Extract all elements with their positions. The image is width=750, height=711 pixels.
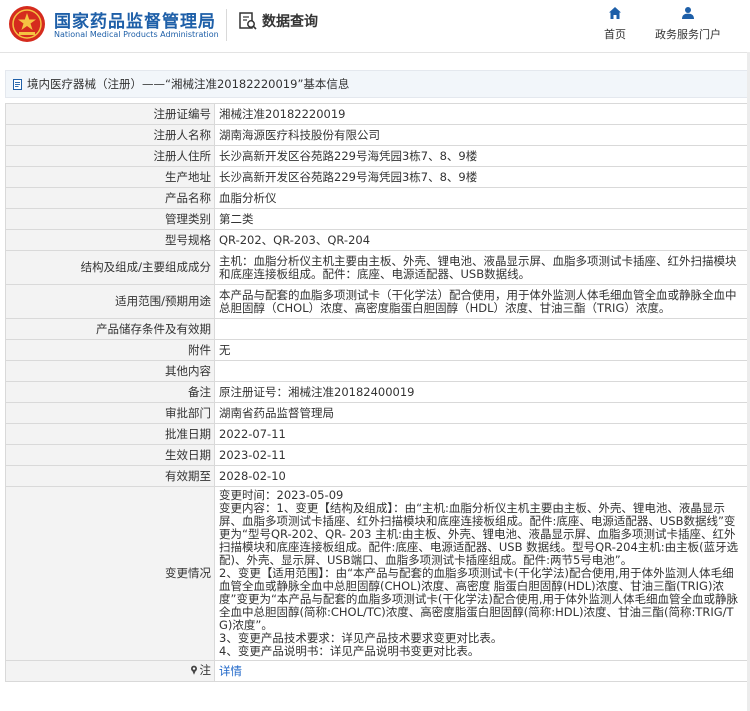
field-label: 附件: [5, 339, 215, 361]
header-divider: [226, 9, 227, 41]
field-value: 长沙高新开发区谷苑路229号海凭园3栋7、8、9楼: [214, 145, 748, 167]
field-value: 湘械注准20182220019: [214, 103, 748, 125]
field-label: 备注: [5, 381, 215, 403]
document-icon: [13, 78, 22, 90]
pin-icon: [190, 665, 197, 676]
change-item-2: 2、变更【适用范围】：由“本产品与配套的血脂多项测试卡(干化学法)配合使用,用于…: [219, 566, 739, 632]
field-value: 原注册证号：湘械注准20182400019: [214, 381, 748, 403]
table-row: 附件无: [5, 339, 748, 361]
table-row: 注册证编号 湘械注准20182220019: [5, 103, 748, 125]
field-label: 结构及组成/主要组成成分: [5, 250, 215, 285]
table-row: 型号规格 QR-202、QR-203、QR-204: [5, 229, 748, 251]
field-value: 2023-02-11: [214, 444, 748, 466]
field-label: 注册人名称: [5, 124, 215, 146]
site-title: 国家药品监督管理局: [54, 12, 216, 32]
change-history-value: 变更时间：2023-05-09 变更内容：1、变更【结构及组成】：由“主机:血脂…: [214, 486, 748, 661]
national-emblem-logo[interactable]: [8, 5, 46, 43]
field-value: 2022-07-11: [214, 423, 748, 445]
field-value: 主机：血脂分析仪主机主要由主板、外壳、锂电池、液晶显示屏、血脂多项测试卡插座、红…: [214, 250, 748, 285]
table-row: 注册人名称 湖南海源医疗科技股份有限公司: [5, 124, 748, 146]
table-row: 有效期至 2028-02-10: [5, 465, 748, 487]
field-value: 湖南海源医疗科技股份有限公司: [214, 124, 748, 146]
user-icon: [682, 7, 694, 19]
field-label: 注册证编号: [5, 103, 215, 125]
breadcrumb-text: 境内医疗器械（注册）——“湘械注准20182220019”基本信息: [27, 77, 350, 91]
site-subtitle: National Medical Products Administration: [54, 30, 219, 39]
table-row: 批准日期 2022-07-11: [5, 423, 748, 445]
table-row: 适用范围/预期用途 本产品与配套的血脂多项测试卡（干化学法）配合使用，用于体外监测…: [5, 284, 748, 319]
change-item-1: 变更内容：1、变更【结构及组成】：由“主机:血脂分析仪主机主要由主板、外壳、锂电…: [219, 501, 739, 567]
field-label: 生产地址: [5, 166, 215, 188]
data-query-icon: [239, 12, 257, 30]
table-row: 产品名称 血脂分析仪: [5, 187, 748, 209]
field-value: 血脂分析仪: [214, 187, 748, 209]
field-label: 审批部门: [5, 402, 215, 424]
section-title: 数据查询: [238, 10, 318, 32]
table-row: 其他内容: [5, 360, 748, 382]
note-key: 注: [189, 662, 212, 677]
note-label: 注: [5, 660, 215, 682]
field-label: 注册人住所: [5, 145, 215, 167]
field-label: 产品名称: [5, 187, 215, 209]
field-label: 型号规格: [5, 229, 215, 251]
nav-service-label: 政务服务门户: [655, 28, 721, 41]
field-value: 湖南省药品监督管理局: [214, 402, 748, 424]
nav-home-label: 首页: [604, 28, 626, 41]
field-label: 管理类别: [5, 208, 215, 230]
nav-service-portal[interactable]: 政务服务门户: [655, 6, 721, 42]
field-value: [214, 360, 748, 382]
field-value: [214, 318, 748, 340]
site-header: 国家药品监督管理局 National Medical Products Admi…: [0, 0, 750, 53]
change-history-row: 变更情况 变更时间：2023-05-09 变更内容：1、变更【结构及组成】：由“…: [5, 486, 748, 661]
field-value: QR-202、QR-203、QR-204: [214, 229, 748, 251]
table-row: 结构及组成/主要组成成分 主机：血脂分析仪主机主要由主板、外壳、锂电池、液晶显示屏…: [5, 250, 748, 285]
note-value: 详情: [214, 660, 748, 682]
table-row: 生效日期 2023-02-11: [5, 444, 748, 466]
field-label: 批准日期: [5, 423, 215, 445]
table-row: 生产地址 长沙高新开发区谷苑路229号海凭园3栋7、8、9楼: [5, 166, 748, 188]
details-link[interactable]: 详情: [219, 664, 242, 678]
table-row: 管理类别 第二类: [5, 208, 748, 230]
table-row: 备注 原注册证号：湘械注准20182400019: [5, 381, 748, 403]
table-row: 产品储存条件及有效期: [5, 318, 748, 340]
note-label-text: 注: [199, 662, 212, 677]
section-title-text: 数据查询: [262, 14, 318, 30]
field-value: 本产品与配套的血脂多项测试卡（干化学法）配合使用，用于体外监测人体毛细血管全血或…: [214, 284, 748, 319]
nav-home[interactable]: 首页: [604, 6, 626, 42]
change-item-4: 4、变更产品说明书：详见产品说明书变更对比表。: [219, 644, 480, 658]
field-value: 无: [214, 339, 748, 361]
field-label: 产品储存条件及有效期: [5, 318, 215, 340]
field-value: 第二类: [214, 208, 748, 230]
field-label: 有效期至: [5, 465, 215, 487]
home-icon: [609, 7, 621, 19]
registration-info-table: 注册证编号 湘械注准20182220019 注册人名称 湖南海源医疗科技股份有限公司…: [5, 103, 748, 682]
breadcrumb: 境内医疗器械（注册）——“湘械注准20182220019”基本信息: [5, 70, 750, 98]
note-row: 注 详情: [5, 660, 748, 682]
field-label: 其他内容: [5, 360, 215, 382]
field-value: 2028-02-10: [214, 465, 748, 487]
change-history-label: 变更情况: [5, 486, 215, 661]
field-label: 生效日期: [5, 444, 215, 466]
table-row: 注册人住所 长沙高新开发区谷苑路229号海凭园3栋7、8、9楼: [5, 145, 748, 167]
field-value: 长沙高新开发区谷苑路229号海凭园3栋7、8、9楼: [214, 166, 748, 188]
field-label: 适用范围/预期用途: [5, 284, 215, 319]
table-row: 审批部门 湖南省药品监督管理局: [5, 402, 748, 424]
